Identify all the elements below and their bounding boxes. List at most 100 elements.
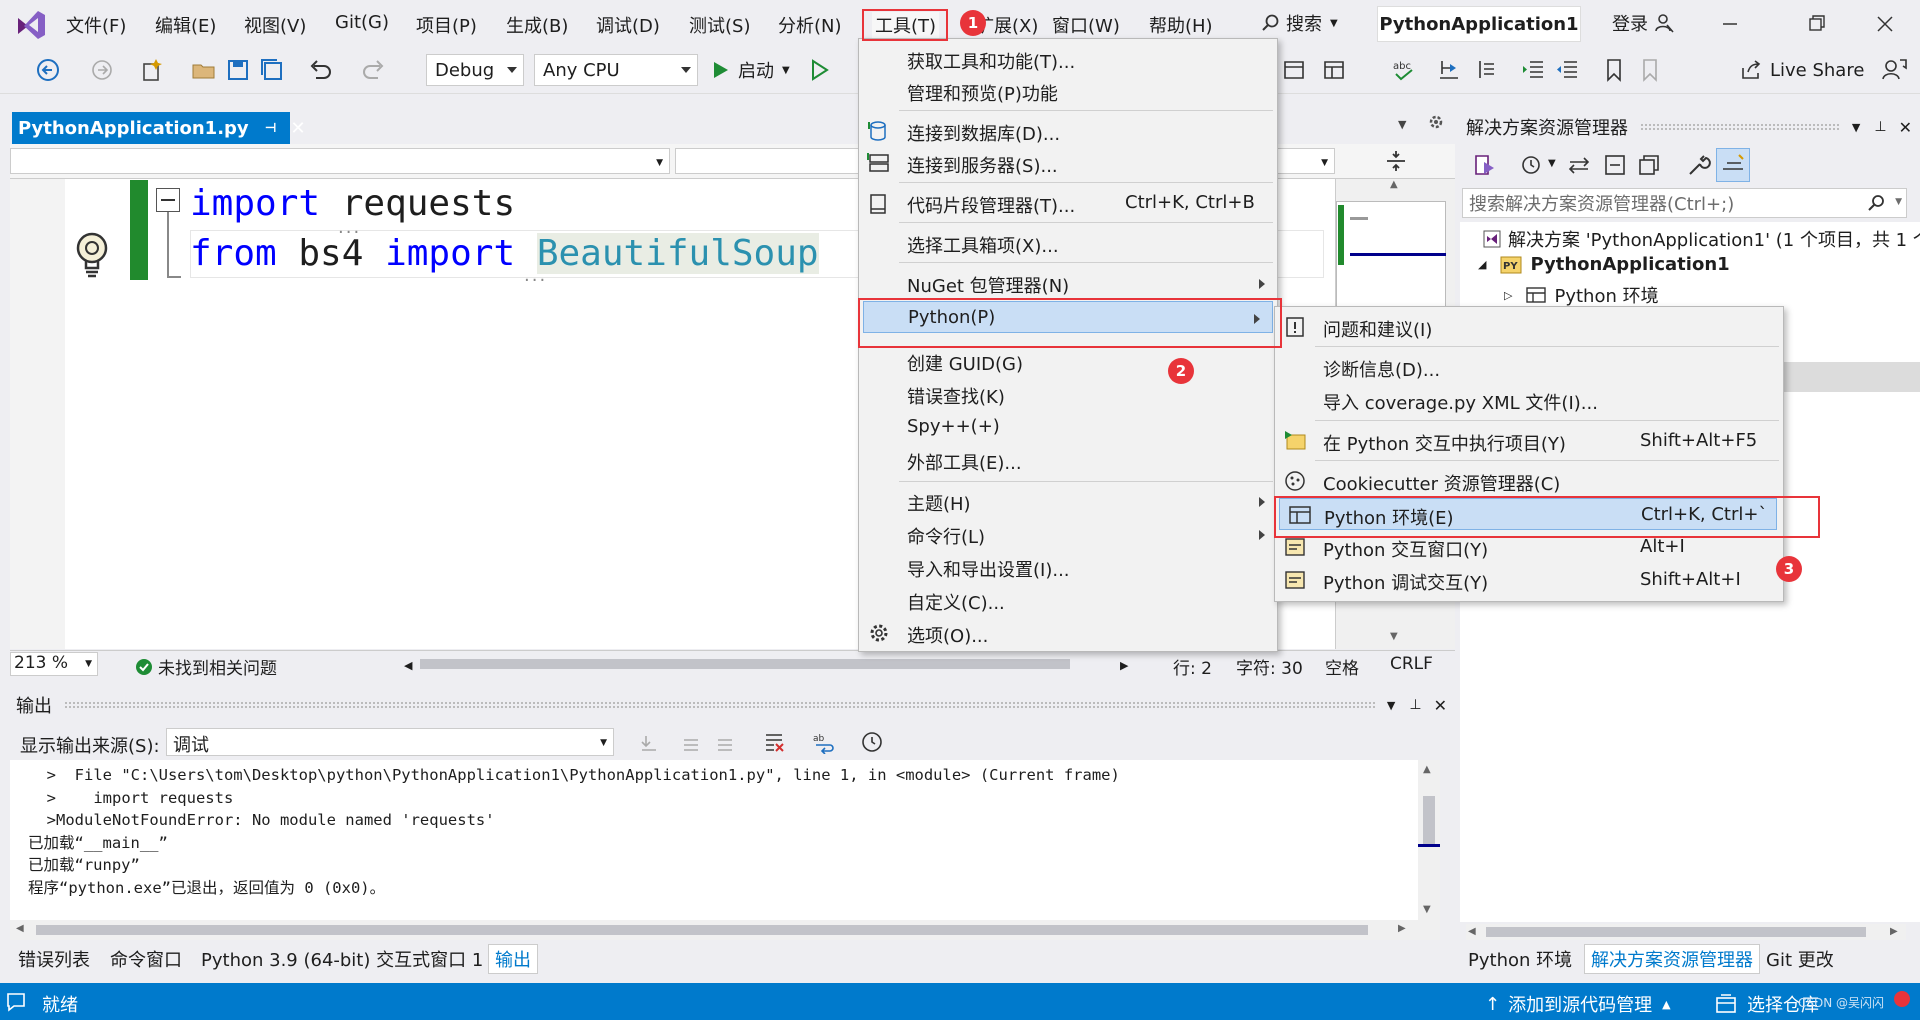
menu-item-snippet-manager[interactable]: 代码片段管理器(T)... Ctrl+K, Ctrl+B	[859, 187, 1277, 219]
menu-project[interactable]: 项目(P)	[416, 12, 477, 38]
menu-item-python-debug-interactive[interactable]: Python 调试交互(Y) Shift+Alt+I	[1275, 564, 1783, 596]
new-project-icon[interactable]	[138, 56, 166, 84]
tab-list-chevron-down-icon[interactable]: ▼	[1398, 118, 1406, 131]
menu-view[interactable]: 视图(V)	[244, 12, 306, 38]
class-view-icon[interactable]	[1280, 56, 1308, 84]
scroll-right-icon[interactable]: ▶	[1120, 659, 1128, 672]
menu-item-create-guid[interactable]: 创建 GUID(G)	[859, 345, 1277, 377]
menu-item-theme[interactable]: 主题(H)	[859, 485, 1277, 517]
clear-all-icon[interactable]	[762, 730, 786, 754]
previous-message-icon[interactable]	[680, 732, 702, 754]
se-horizontal-scrollbar[interactable]: ◀ ▶	[1466, 924, 1906, 940]
outdent-icon[interactable]	[1554, 56, 1582, 84]
layout-icon[interactable]	[1320, 56, 1348, 84]
tab-python-interactive[interactable]: Python 3.9 (64-bit) 交互式窗口 1	[201, 946, 483, 972]
add-to-source-control-button[interactable]: ↑ 添加到源代码管理 ▲	[1485, 991, 1671, 1017]
word-wrap-icon[interactable]: ab	[812, 730, 836, 754]
output-vertical-scrollbar[interactable]: ▲ ▼	[1418, 760, 1440, 920]
notifications-icon[interactable]	[6, 992, 28, 1012]
collapse-all-icon[interactable]	[1602, 152, 1628, 178]
menu-item-spy[interactable]: Spy++(+)	[859, 411, 1277, 443]
output-horizontal-scrollbar[interactable]: ◀ ▶	[10, 920, 1440, 940]
tree-item-solution[interactable]: 解决方案 'PythonApplication1' (1 个项目，共 1 个)	[1482, 226, 1920, 252]
solution-explorer-search[interactable]: 搜索解决方案资源管理器(Ctrl+;) ▼	[1462, 188, 1907, 218]
menu-item-import-export[interactable]: 导入和导出设置(I)...	[859, 551, 1277, 583]
spell-check-icon[interactable]: abc	[1390, 56, 1418, 84]
uncomment-icon[interactable]	[1474, 56, 1502, 84]
live-share-button[interactable]: Live Share	[1740, 56, 1864, 84]
menu-test[interactable]: 测试(S)	[689, 12, 750, 38]
feedback-icon[interactable]	[1880, 56, 1908, 84]
tab-error-list[interactable]: 错误列表	[18, 946, 90, 972]
menu-item-customize[interactable]: 自定义(C)...	[859, 584, 1277, 616]
close-window-button[interactable]	[1870, 10, 1900, 38]
menu-item-options[interactable]: 选项(O)...	[859, 617, 1277, 649]
menu-help[interactable]: 帮助(H)	[1149, 12, 1213, 38]
horizontal-scrollbar[interactable]	[420, 659, 1070, 669]
clock-icon[interactable]	[860, 730, 884, 754]
bookmark-icon[interactable]	[1600, 56, 1628, 84]
open-folder-icon[interactable]	[190, 56, 218, 84]
menu-window[interactable]: 窗口(W)	[1052, 12, 1120, 38]
close-icon[interactable]: ✕	[291, 118, 306, 139]
pin-icon[interactable]: ⊥	[1409, 697, 1421, 713]
show-all-files-icon[interactable]	[1636, 152, 1662, 178]
lightbulb-icon[interactable]	[72, 230, 112, 282]
configuration-dropdown[interactable]: Debug	[426, 54, 524, 86]
tab-pythonapplication1-py[interactable]: PythonApplication1.py ⊣ ✕	[12, 112, 306, 144]
menu-item-external-tools[interactable]: 外部工具(E)...	[859, 444, 1277, 476]
redo-icon[interactable]	[360, 56, 388, 84]
close-icon[interactable]: ✕	[1899, 118, 1912, 137]
chevron-down-icon[interactable]: ▼	[1387, 699, 1395, 712]
tab-command-window[interactable]: 命令窗口	[110, 946, 182, 972]
menu-edit[interactable]: 编辑(E)	[155, 12, 216, 38]
switch-views-icon[interactable]	[1472, 152, 1498, 178]
line-indicator[interactable]: 行: 2	[1173, 654, 1212, 679]
output-text[interactable]: > File "C:\Users\tom\Desktop\python\Pyth…	[10, 760, 1418, 920]
restore-button[interactable]	[1802, 10, 1832, 38]
start-without-debugging-icon[interactable]	[806, 56, 834, 84]
save-all-icon[interactable]	[258, 56, 286, 84]
gear-icon[interactable]	[1428, 114, 1444, 130]
tab-solution-explorer[interactable]: 解决方案资源管理器	[1584, 944, 1760, 974]
login-button[interactable]: 登录	[1612, 10, 1674, 36]
menu-item-error-lookup[interactable]: 错误查找(K)	[859, 378, 1277, 410]
menu-item-issues-suggestions[interactable]: 问题和建议(I)	[1275, 311, 1783, 343]
next-message-icon[interactable]	[714, 732, 736, 754]
menu-item-diagnostics[interactable]: 诊断信息(D)...	[1275, 351, 1783, 383]
close-icon[interactable]: ✕	[1434, 696, 1447, 715]
issues-indicator[interactable]: 未找到相关问题	[136, 654, 277, 679]
menu-build[interactable]: 生成(B)	[506, 12, 568, 38]
menu-item-command-line[interactable]: 命令行(L)	[859, 518, 1277, 550]
menu-item-cookiecutter[interactable]: Cookiecutter 资源管理器(C)	[1275, 465, 1783, 497]
pin-icon[interactable]: ⊥	[1874, 119, 1886, 135]
project-dropdown[interactable]: ▼	[10, 148, 670, 174]
scroll-left-icon[interactable]: ◀	[404, 659, 412, 672]
line-ending-indicator[interactable]: CRLF	[1390, 654, 1433, 674]
pin-icon[interactable]: ⊣	[265, 121, 277, 136]
menu-item-manage-preview[interactable]: 管理和预览(P)功能	[859, 75, 1277, 107]
menu-item-get-tools[interactable]: 获取工具和功能(T)...	[859, 43, 1277, 75]
menu-item-nuget[interactable]: NuGet 包管理器(N)	[859, 267, 1277, 299]
sync-icon[interactable]	[1566, 152, 1592, 178]
tree-item-project[interactable]: ◢ PY PythonApplication1	[1478, 254, 1730, 275]
chevron-down-icon[interactable]: ▼	[1852, 121, 1860, 134]
find-message-icon[interactable]	[638, 732, 660, 754]
menu-git[interactable]: Git(G)	[335, 12, 389, 33]
start-button[interactable]: 启动 ▼	[712, 56, 790, 84]
output-source-dropdown[interactable]: 调试 ▼	[166, 728, 614, 756]
tab-output[interactable]: 输出	[488, 944, 538, 974]
tab-python-environments[interactable]: Python 环境	[1468, 946, 1572, 972]
pending-changes-icon[interactable]	[1518, 152, 1544, 178]
collapse-icon[interactable]	[156, 188, 180, 212]
column-indicator[interactable]: 字符: 30	[1236, 654, 1303, 679]
bookmark-previous-icon[interactable]	[1636, 56, 1664, 84]
comment-icon[interactable]	[1436, 56, 1464, 84]
menu-item-execute-in-interactive[interactable]: 在 Python 交互中执行项目(Y) Shift+Alt+F5	[1275, 425, 1783, 457]
menu-debug[interactable]: 调试(D)	[596, 12, 660, 38]
indent-icon[interactable]	[1520, 56, 1548, 84]
menu-item-connect-database[interactable]: 连接到数据库(D)...	[859, 115, 1277, 147]
split-window-icon[interactable]	[1384, 149, 1408, 173]
platform-dropdown[interactable]: Any CPU	[534, 54, 698, 86]
forward-icon[interactable]	[88, 56, 116, 84]
